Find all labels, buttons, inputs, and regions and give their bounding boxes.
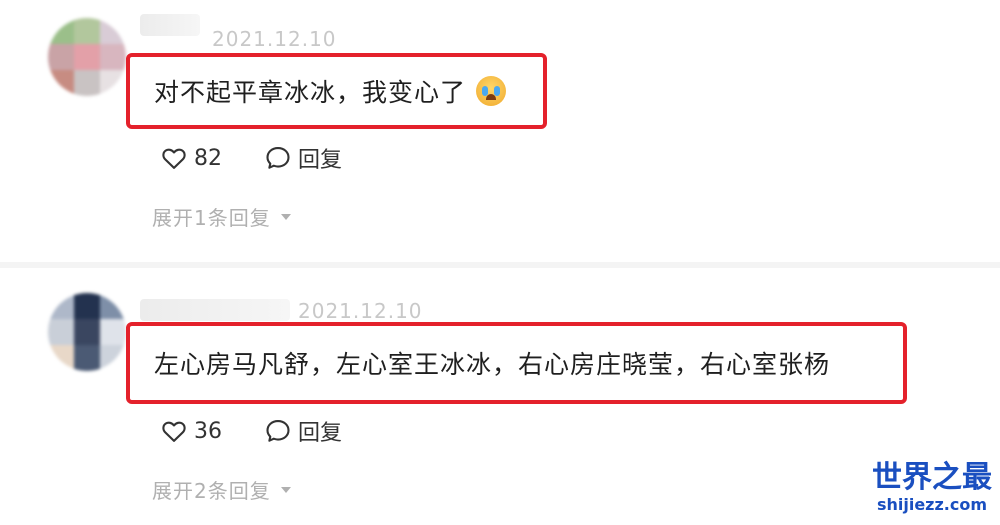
username-redacted[interactable] [140,14,200,36]
section-divider [0,262,1000,268]
reply-button[interactable]: 回复 [264,415,342,447]
crying-face-emoji-icon [476,76,507,106]
watermark-title: 世界之最 [872,460,992,495]
comment-text: 左心房马凡舒，左心室王冰冰，右心房庄晓莹，右心室张杨 [154,350,831,379]
heart-icon [162,421,186,442]
comment-text-highlight: 对不起平章冰冰，我变心了 [126,53,547,129]
avatar[interactable] [48,293,126,371]
username-redacted[interactable] [140,299,290,321]
reply-label: 回复 [298,421,343,446]
expand-replies-button[interactable]: 展开2条回复 [152,475,291,504]
site-watermark: 世界之最 shijiezz.com [872,460,992,515]
comment-date: 2021.12.10 [212,27,337,51]
comment-actions: 82 回复 [160,142,342,174]
expand-replies-button[interactable]: 展开1条回复 [152,202,291,231]
comment-item: 2021.12.10 对不起平章冰冰，我变心了 82 回复 展开1条回复 [0,0,1000,250]
expand-replies-label: 展开1条回复 [152,206,271,230]
watermark-url: shijiezz.com [876,495,988,514]
like-button[interactable]: 36 [160,417,222,445]
comment-item: 2021.12.10 左心房马凡舒，左心室王冰冰，右心房庄晓莹，右心室张杨 36… [0,275,1000,525]
like-count: 82 [194,145,222,171]
speech-bubble-icon [266,420,290,442]
like-button[interactable]: 82 [160,144,222,172]
expand-replies-label: 展开2条回复 [152,479,271,503]
like-count: 36 [194,418,222,444]
comment-text: 对不起平章冰冰，我变心了 [154,78,467,107]
caret-down-icon [280,213,291,220]
heart-icon [162,148,186,169]
caret-down-icon [280,486,291,493]
avatar[interactable] [48,18,126,96]
reply-label: 回复 [298,148,343,173]
reply-button[interactable]: 回复 [264,142,342,174]
comment-text-highlight: 左心房马凡舒，左心室王冰冰，右心房庄晓莹，右心室张杨 [126,322,907,404]
comment-date: 2021.12.10 [298,299,423,323]
comment-actions: 36 回复 [160,415,342,447]
speech-bubble-icon [266,147,290,169]
